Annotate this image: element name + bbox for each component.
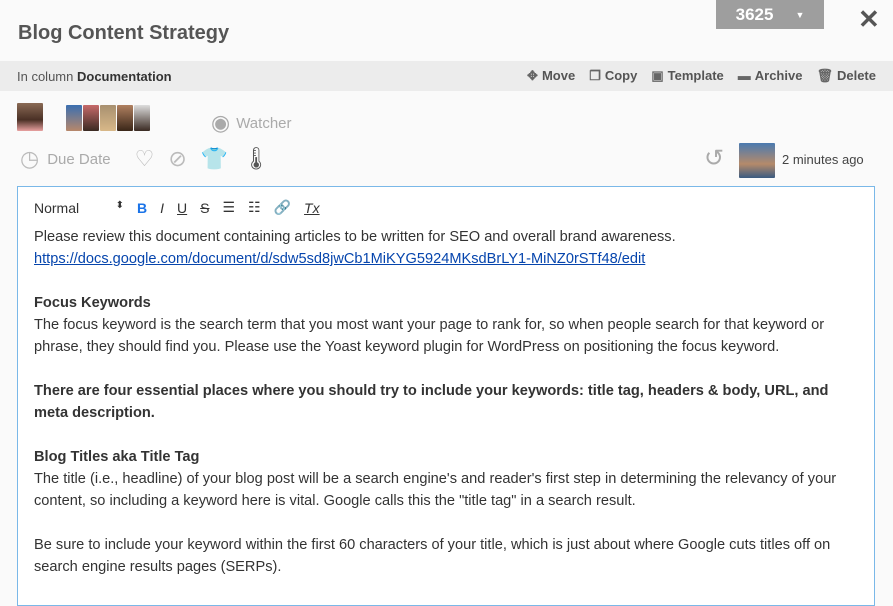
- intro-text: Please review this document containing a…: [34, 229, 676, 245]
- column-bar: In column Documentation ✥ Move ❐ Copy ▣ Templ…: [0, 61, 893, 91]
- heading-focus-keywords: Focus Keywords: [34, 295, 151, 311]
- link-icon[interactable]: 🔗: [274, 199, 291, 216]
- delete-button[interactable]: 🗑 Delete: [816, 68, 876, 84]
- move-button[interactable]: ✥ Move: [527, 68, 575, 84]
- clear-format-icon[interactable]: Tx: [304, 200, 320, 216]
- editor-content[interactable]: Please review this document containing a…: [18, 222, 874, 604]
- editor-toolbar: Normal ⬍ B I U S ☰ ☷ 🔗 Tx: [18, 187, 874, 222]
- bullet-list-icon[interactable]: ☷: [248, 199, 261, 216]
- clock-icon[interactable]: ◷: [20, 146, 39, 172]
- paragraph: The focus keyword is the search term tha…: [34, 317, 825, 355]
- action-label: Archive: [754, 68, 803, 83]
- caret-down-icon: ▼: [795, 9, 805, 20]
- ordered-list-icon[interactable]: ☰: [222, 199, 235, 216]
- card-id: 3625: [735, 4, 774, 24]
- column-name: Documentation: [77, 68, 172, 84]
- owner-avatar[interactable]: [17, 103, 43, 131]
- bold-paragraph: There are four essential places where yo…: [34, 383, 829, 421]
- column-prefix: In column: [17, 68, 74, 84]
- archive-button[interactable]: ▬ Archive: [738, 68, 803, 84]
- member-avatar[interactable]: [100, 105, 116, 131]
- format-value: Normal: [34, 199, 80, 216]
- member-avatar[interactable]: [134, 105, 150, 131]
- delete-icon: 🗑: [816, 68, 833, 83]
- card-id-dropdown[interactable]: 3625 ▼: [716, 0, 824, 29]
- copy-button[interactable]: ❐ Copy: [589, 68, 637, 84]
- member-avatar[interactable]: [66, 105, 82, 131]
- member-avatar[interactable]: [83, 105, 99, 131]
- member-avatar[interactable]: [117, 105, 133, 131]
- watcher-button[interactable]: ◉ Watcher: [211, 110, 292, 136]
- thermometer-icon[interactable]: 🌡: [242, 146, 270, 172]
- paragraph: Be sure to include your keyword within t…: [34, 537, 831, 575]
- template-icon: ▣: [651, 68, 664, 83]
- action-label: Move: [541, 68, 576, 83]
- description-editor[interactable]: Normal ⬍ B I U S ☰ ☷ 🔗 Tx Please review t…: [17, 186, 875, 606]
- template-button[interactable]: ▣ Template: [651, 68, 723, 84]
- heading-blog-titles: Blog Titles aka Title Tag: [34, 449, 200, 465]
- heart-icon[interactable]: ♡: [135, 146, 155, 172]
- eye-icon: ◉: [211, 110, 231, 135]
- action-label: Copy: [604, 68, 638, 83]
- history-icon[interactable]: ↺: [704, 144, 724, 173]
- block-icon[interactable]: ⊘: [168, 146, 186, 172]
- archive-icon: ▬: [737, 68, 751, 83]
- format-select[interactable]: Normal ⬍: [34, 200, 124, 216]
- italic-icon[interactable]: I: [160, 200, 164, 216]
- move-icon: ✥: [527, 68, 538, 83]
- copy-icon: ❐: [589, 68, 601, 83]
- due-date-button[interactable]: Due Date: [47, 151, 110, 168]
- bold-icon[interactable]: B: [137, 200, 147, 216]
- card-title[interactable]: Blog Content Strategy: [18, 22, 229, 45]
- updated-time: 2 minutes ago: [782, 152, 864, 167]
- doc-link[interactable]: https://docs.google.com/document/d/sdw5s…: [34, 251, 645, 267]
- action-label: Delete: [836, 68, 876, 83]
- paragraph: The title (i.e., headline) of your blog …: [34, 471, 837, 509]
- action-label: Template: [667, 68, 724, 83]
- watcher-label: Watcher: [236, 114, 292, 132]
- strikethrough-icon[interactable]: S: [200, 200, 209, 216]
- underline-icon[interactable]: U: [177, 200, 187, 216]
- tshirt-icon[interactable]: 👕: [201, 146, 228, 172]
- updater-avatar: [739, 143, 775, 178]
- close-icon[interactable]: ✕: [858, 4, 880, 35]
